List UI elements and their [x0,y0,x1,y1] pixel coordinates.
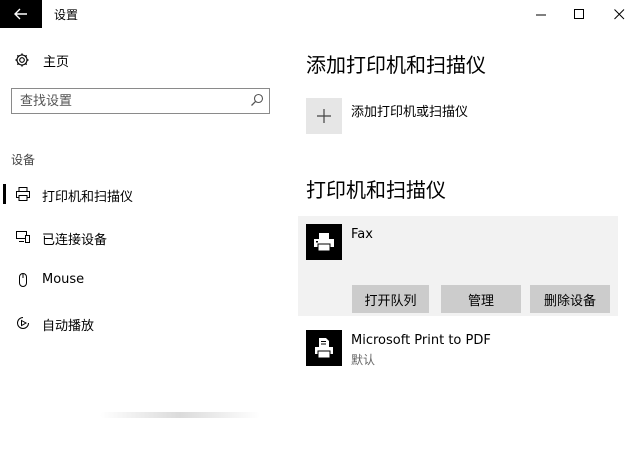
manage-button[interactable]: 管理 [441,285,521,313]
search-input[interactable] [20,92,240,110]
sidebar-item-label: 自动播放 [42,319,95,334]
close-icon [613,8,624,19]
autoplay-icon [14,314,32,332]
back-arrow-icon [14,8,27,20]
main-content: 添加打印机和扫描仪 添加打印机或扫描仪 打印机和扫描仪 Fax 打开队列 管理 … [296,30,641,451]
printer-status-default: 默认 [351,353,376,367]
fax-printer-icon [306,224,342,260]
minimize-icon [535,14,546,15]
gear-icon [15,53,29,67]
remove-device-button[interactable]: 删除设备 [530,285,610,313]
printer-name[interactable]: Microsoft Print to PDF [351,333,491,348]
scroll-fade [100,412,260,418]
sidebar-item-autoplay[interactable]: 自动播放 [0,310,282,336]
sidebar-item-mouse[interactable]: Mouse [0,267,282,293]
title-bar: 设置 [0,0,641,30]
plus-icon [317,109,331,123]
mouse-icon [14,271,32,289]
open-queue-button[interactable]: 打开队列 [352,285,429,313]
sidebar: 主页 设备 打印机和扫描仪 已连接设备 [0,30,282,451]
back-button[interactable] [0,0,42,28]
sidebar-item-label: 打印机和扫描仪 [42,190,134,205]
sidebar-item-label: Mouse [42,272,85,287]
add-printer-button[interactable]: 添加打印机或扫描仪 [306,98,468,134]
add-printer-label: 添加打印机或扫描仪 [351,105,469,120]
maximize-icon [573,8,584,19]
pdf-printer-icon[interactable] [306,330,342,366]
section-header-devices: 设备 [11,153,36,167]
printer-name: Fax [351,227,373,242]
sidebar-item-label: 已连接设备 [42,233,108,248]
nav-home[interactable]: 主页 [14,50,69,70]
nav-home-label: 主页 [43,54,70,70]
sidebar-item-printers-scanners[interactable]: 打印机和扫描仪 [0,181,282,207]
search-box[interactable] [11,88,270,114]
window-title: 设置 [54,8,79,22]
close-button[interactable] [596,0,641,28]
add-tile[interactable] [306,98,342,134]
add-printers-heading: 添加打印机和扫描仪 [306,53,486,77]
printer-icon [14,185,32,203]
search-icon[interactable] [250,93,264,107]
sidebar-item-connected-devices[interactable]: 已连接设备 [0,224,282,250]
printers-heading: 打印机和扫描仪 [306,178,446,202]
connected-devices-icon [14,228,32,246]
